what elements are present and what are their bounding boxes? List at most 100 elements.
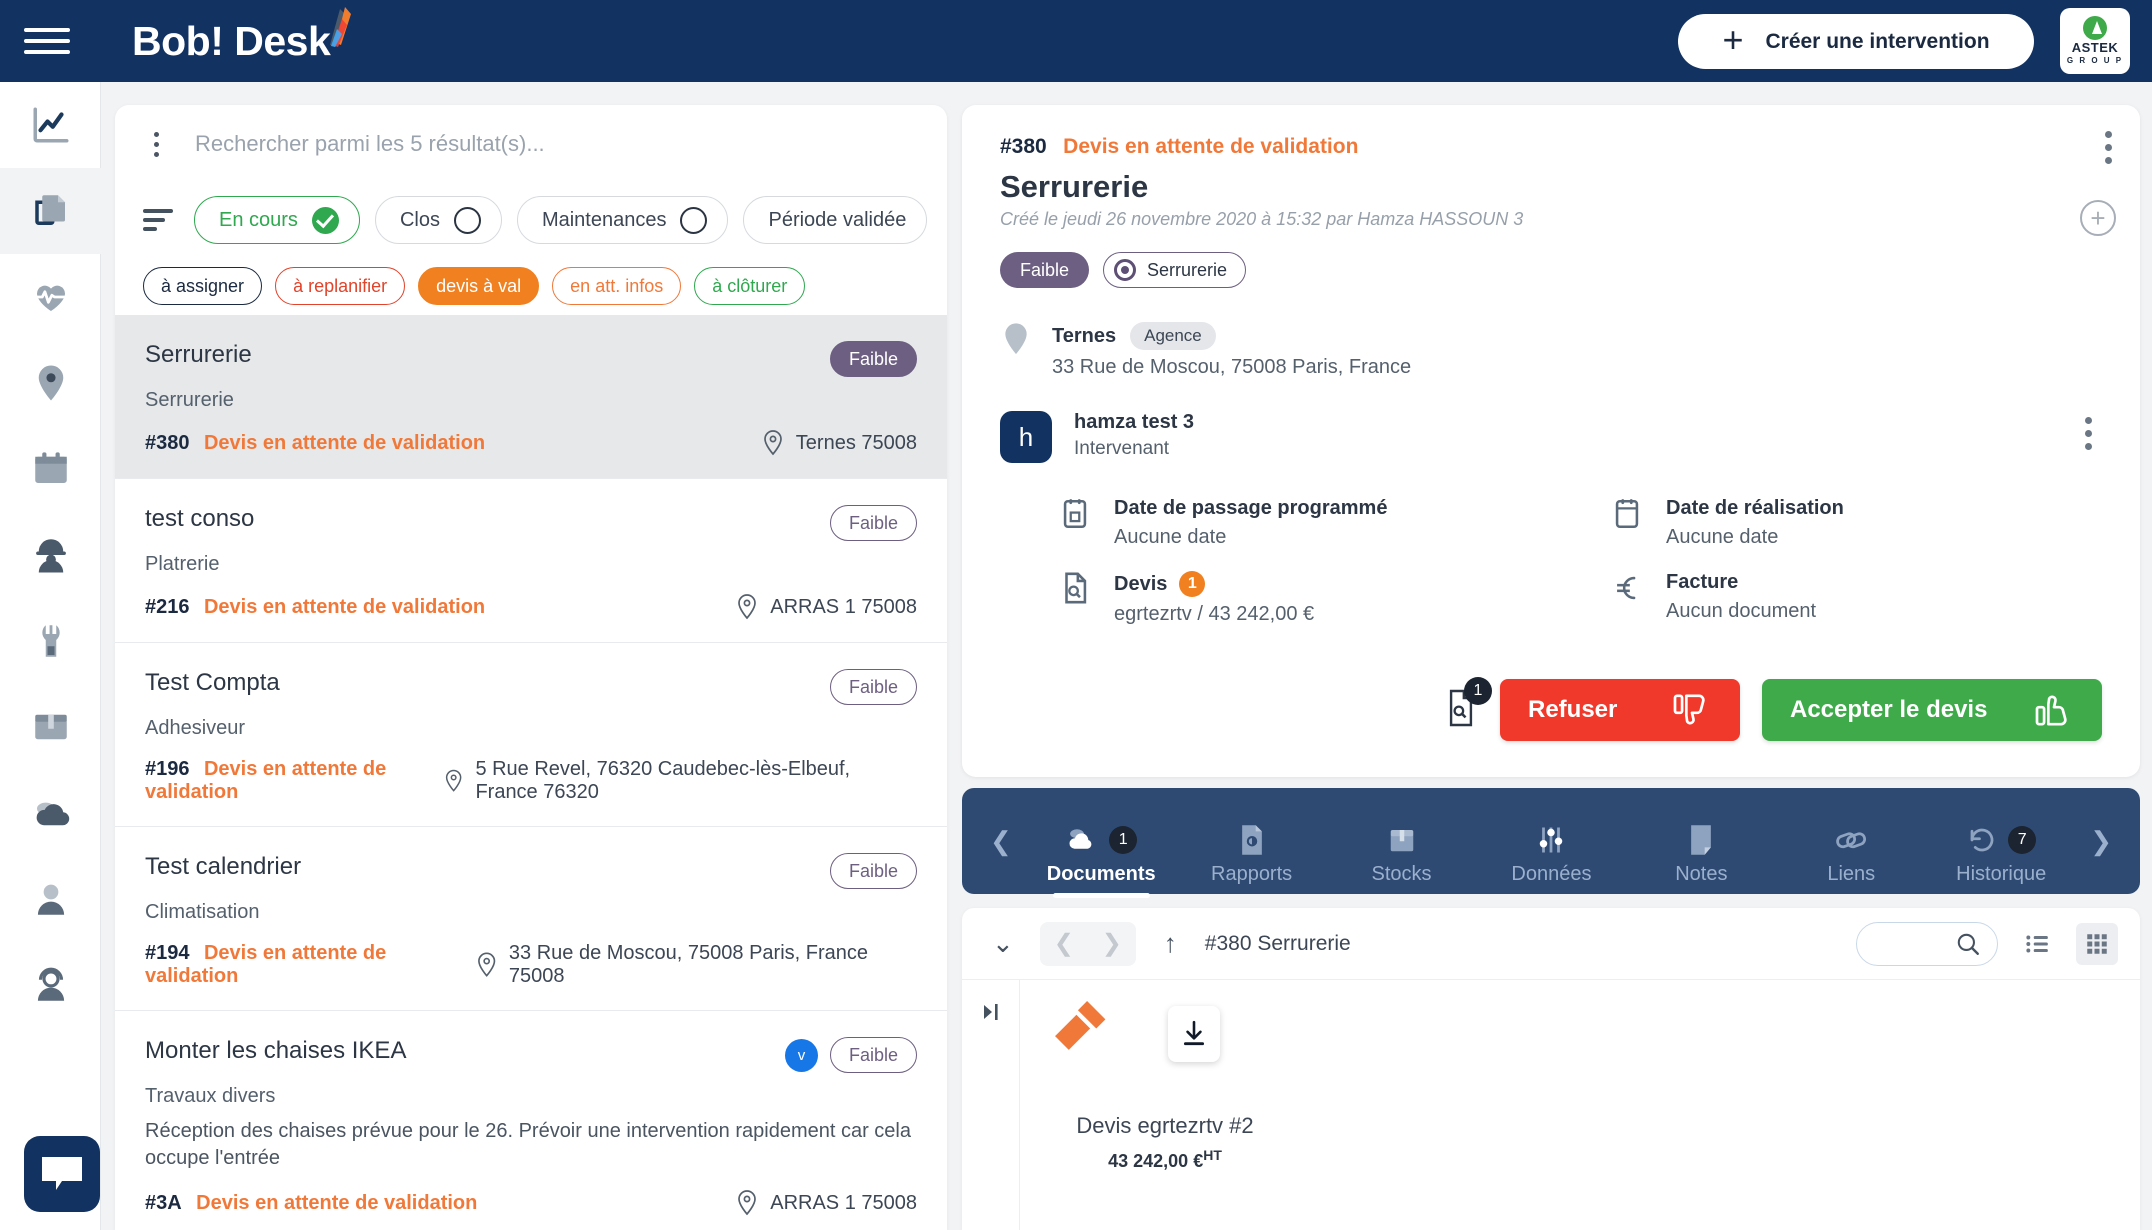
- list-item-location: 33 Rue de Moscou, 75008 Paris, France 75…: [476, 942, 917, 988]
- worker-helmet-icon: [35, 539, 66, 573]
- documents-grid: Devis egrtezrtv #2 43 242,00 €HT: [1020, 980, 2140, 1230]
- chevron-right-icon[interactable]: ❯: [946, 205, 947, 236]
- download-button[interactable]: [1168, 1006, 1220, 1062]
- filter-maintenances[interactable]: Maintenances: [516, 196, 729, 244]
- sidebar-item-cloud[interactable]: [0, 770, 101, 856]
- more-vertical-icon[interactable]: [145, 131, 167, 157]
- tab-rapports[interactable]: Rapports: [1198, 823, 1306, 894]
- arrow-up-icon[interactable]: ↑: [1154, 928, 1187, 959]
- sidebar-item-equipment[interactable]: [0, 598, 101, 684]
- list-item-title: Serrurerie: [145, 341, 252, 368]
- org-logo[interactable]: ASTEK G R O U P: [2060, 8, 2130, 74]
- tag-en-att-infos[interactable]: en att. infos: [552, 267, 682, 305]
- tag-a-cloturer[interactable]: à clôturer: [694, 267, 806, 305]
- filter-periode-validee[interactable]: Période validée: [743, 196, 928, 244]
- calendar-done-icon: [1615, 499, 1639, 529]
- list-item-location-text: ARRAS 1 75008: [770, 595, 917, 618]
- box-icon: [1390, 830, 1413, 852]
- cloud-upload-icon: [1069, 829, 1092, 849]
- create-intervention-button[interactable]: + Créer une intervention: [1678, 14, 2034, 69]
- refuse-button[interactable]: Refuser: [1500, 679, 1740, 741]
- report-file-icon: [1241, 825, 1262, 855]
- plus-circle-icon[interactable]: +: [2080, 200, 2116, 236]
- sidebar-item-stock[interactable]: [0, 684, 101, 770]
- list-item[interactable]: Serrurerie Faible Serrurerie #380 Devis …: [115, 315, 947, 479]
- detail-fields-grid: Date de passage programmé Aucune date Da…: [1058, 497, 2102, 626]
- field-body: Facture Aucun document: [1666, 571, 1816, 623]
- quote-document-button[interactable]: 1: [1444, 676, 1492, 732]
- sidebar-item-users[interactable]: [0, 856, 101, 942]
- avatar: h: [1000, 411, 1052, 463]
- detail-location-body: Ternes Agence 33 Rue de Moscou, 75008 Pa…: [1052, 322, 1411, 379]
- list-view-icon[interactable]: [2016, 923, 2058, 965]
- sidebar-item-interventions[interactable]: [0, 168, 101, 254]
- sort-icon[interactable]: [143, 209, 179, 231]
- list-item-footer: #194 Devis en attente de validation 33 R…: [145, 942, 917, 988]
- map-pin-icon: [738, 594, 757, 620]
- list-item-ref-status: #380 Devis en attente de validation: [145, 432, 485, 455]
- doc-back-button[interactable]: ❮: [1040, 922, 1088, 966]
- filter-label: Maintenances: [541, 208, 667, 231]
- document-card[interactable]: Devis egrtezrtv #2 43 242,00 €HT: [1050, 998, 1280, 1172]
- documents-tree-toggle[interactable]: [962, 980, 1020, 1230]
- accept-quote-button[interactable]: Accepter le devis: [1762, 679, 2102, 741]
- list-item[interactable]: Monter les chaises IKEA v Faible Travaux…: [115, 1011, 947, 1230]
- map-pin-icon: [1005, 323, 1027, 354]
- tag-devis-a-val[interactable]: devis à val: [418, 267, 540, 305]
- search-input[interactable]: [195, 131, 923, 157]
- priority-badge: Faible: [829, 853, 917, 889]
- tab-label: Stocks: [1371, 863, 1432, 885]
- tab-donnees[interactable]: Données: [1497, 823, 1605, 894]
- priority-badge: Faible: [1000, 252, 1090, 288]
- tag-a-replanifier[interactable]: à replanifier: [275, 267, 406, 305]
- chevrons-down-icon[interactable]: ⌄: [984, 928, 1022, 959]
- sidebar-item-dashboard[interactable]: [0, 82, 101, 168]
- app-root: Bob! Desk + Créer une intervention ASTEK…: [0, 0, 2152, 1230]
- filter-en-cours[interactable]: En cours: [194, 196, 360, 244]
- filter-clos[interactable]: Clos: [374, 196, 502, 244]
- detail-assignee-body: hamza test 3 Intervenant: [1074, 411, 1194, 460]
- thumbs-up-icon: [2035, 695, 2067, 726]
- more-vertical-icon[interactable]: [2085, 417, 2092, 450]
- detail-status: Devis en attente de validation: [1063, 135, 1359, 158]
- cloud-icon: [36, 802, 69, 826]
- detail-assignee-role: Intervenant: [1074, 438, 1170, 459]
- tab-stocks[interactable]: Stocks: [1348, 823, 1456, 894]
- field-facture: Facture Aucun document: [1610, 571, 2102, 626]
- doc-search-input[interactable]: [1856, 921, 1998, 966]
- priority-badge: Faible: [829, 1037, 917, 1073]
- chat-widget-button[interactable]: [24, 1136, 100, 1212]
- tab-documents[interactable]: 1 Documents: [1047, 823, 1156, 898]
- list-view-glyph: [2026, 935, 2048, 952]
- tab-notes[interactable]: Notes: [1647, 823, 1755, 894]
- sidebar-item-health[interactable]: [0, 254, 101, 340]
- list-item-header: Monter les chaises IKEA v Faible: [145, 1037, 917, 1073]
- documents-copy-icon: [34, 195, 65, 225]
- trade-badge[interactable]: Serrurerie: [1103, 252, 1247, 288]
- list-item[interactable]: Test calendrier Faible Climatisation #19…: [115, 827, 947, 1011]
- check-circle-icon: [311, 206, 339, 234]
- sidebar-item-calendar[interactable]: [0, 426, 101, 512]
- tab-icon-wrap: [1238, 823, 1266, 857]
- list-item-status: Devis en attente de validation: [203, 595, 486, 618]
- hamburger-icon[interactable]: [24, 24, 70, 58]
- field-date-passage: Date de passage programmé Aucune date: [1058, 497, 1550, 549]
- sidebar-item-support[interactable]: [0, 942, 101, 1028]
- tab-liens[interactable]: Liens: [1797, 823, 1905, 894]
- brand-logo[interactable]: Bob! Desk: [132, 6, 352, 62]
- field-body: Date de réalisation Aucune date: [1666, 497, 1844, 549]
- field-body: Date de passage programmé Aucune date: [1114, 497, 1387, 549]
- doc-forward-button[interactable]: ❯: [1088, 922, 1136, 966]
- sidebar-item-technicians[interactable]: [0, 512, 101, 598]
- chevron-right-icon[interactable]: ❯: [2076, 826, 2126, 857]
- sidebar-item-locations[interactable]: [0, 340, 101, 426]
- detail-location-name: Ternes: [1052, 324, 1117, 347]
- chevron-left-icon[interactable]: ❮: [976, 826, 1026, 857]
- list-item[interactable]: Test Compta Faible Adhesiveur #196 Devis…: [115, 643, 947, 827]
- tag-a-assigner[interactable]: à assigner: [143, 267, 263, 305]
- grid-view-icon[interactable]: [2076, 922, 2118, 965]
- list-item-footer: #216 Devis en attente de validation ARRA…: [145, 594, 917, 620]
- tab-historique[interactable]: 7 Historique: [1947, 823, 2055, 894]
- list-item[interactable]: test conso Faible Platrerie #216 Devis e…: [115, 479, 947, 643]
- more-vertical-icon[interactable]: [2105, 131, 2112, 164]
